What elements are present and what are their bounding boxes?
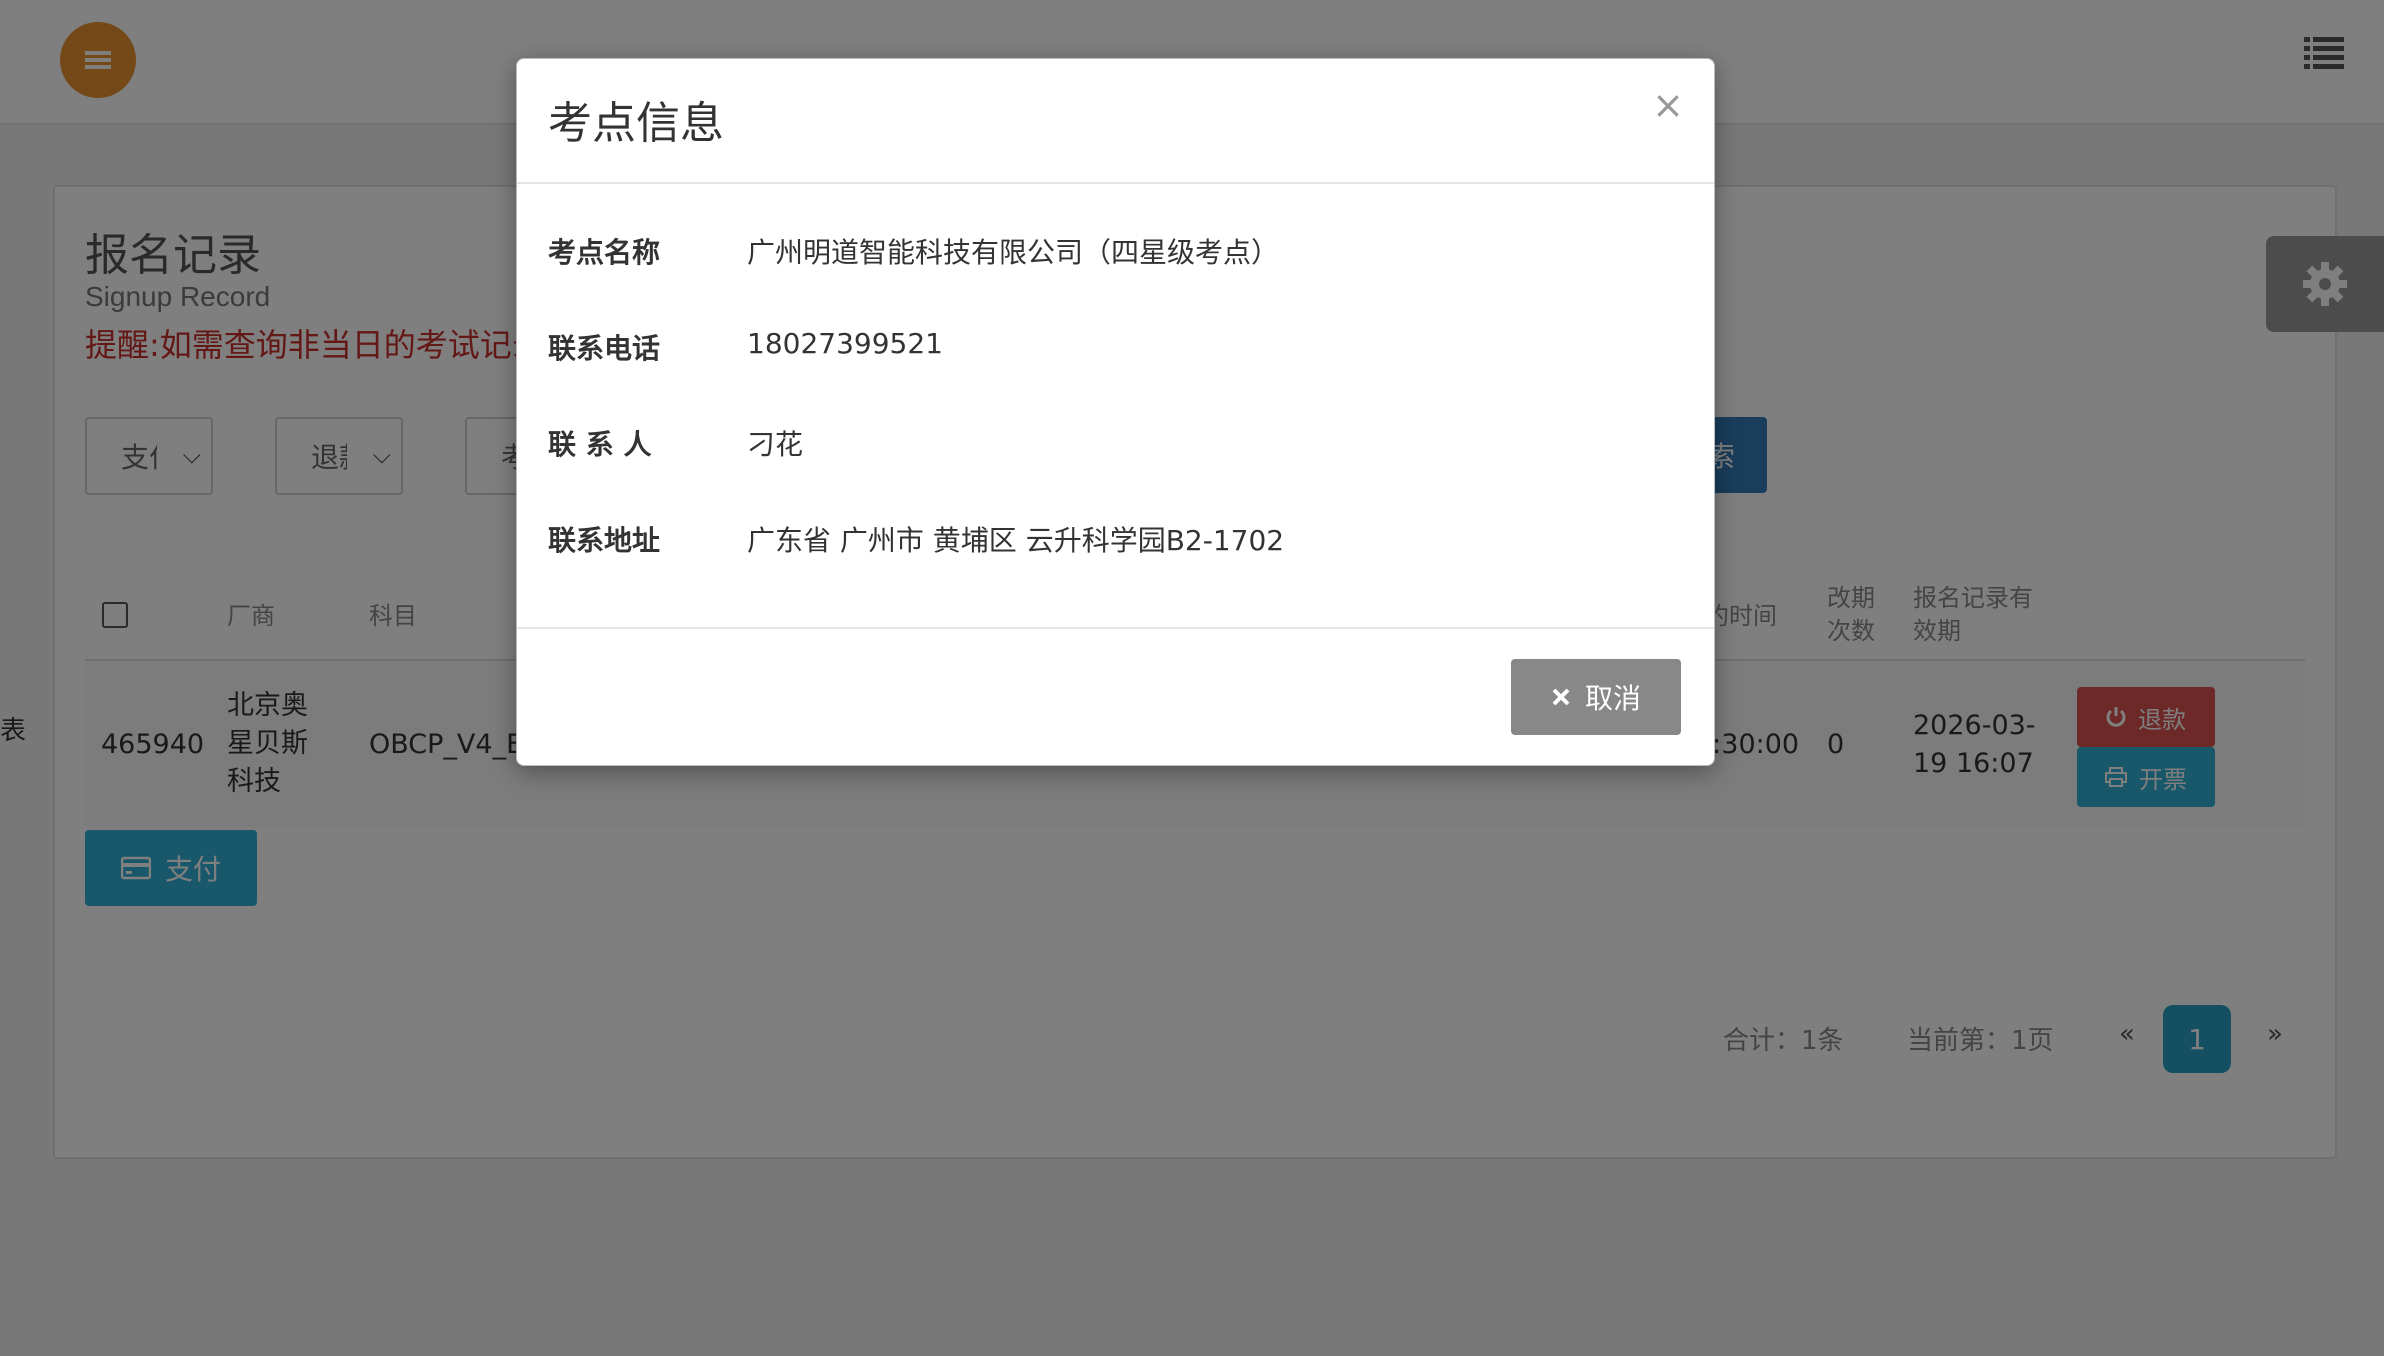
- center-name-value: 广州明道智能科技有限公司（四星级考点）: [747, 236, 1280, 269]
- cancel-button[interactable]: 取消: [1511, 659, 1681, 735]
- close-icon: [1552, 688, 1570, 706]
- contact-label: 联 系 人: [548, 428, 652, 461]
- center-name-label: 考点名称: [548, 236, 661, 269]
- modal-title: 考点信息: [548, 98, 724, 149]
- phone-label: 联系电话: [548, 332, 661, 365]
- cancel-label: 取消: [1584, 682, 1641, 715]
- phone-value: 18027399521: [747, 327, 943, 360]
- contact-value: 刁花: [747, 428, 804, 461]
- address-value: 广东省 广州市 黄埔区 云升科学园B2-1702: [747, 524, 1285, 557]
- exam-center-info-dialog: 考点信息 × 考点名称 广州明道智能科技有限公司（四星级考点） 联系电话 180…: [516, 58, 1715, 766]
- modal-footer-divider: [517, 627, 1714, 629]
- close-icon[interactable]: ×: [1652, 83, 1684, 127]
- modal-header: 考点信息 ×: [517, 59, 1714, 184]
- address-label: 联系地址: [548, 524, 661, 557]
